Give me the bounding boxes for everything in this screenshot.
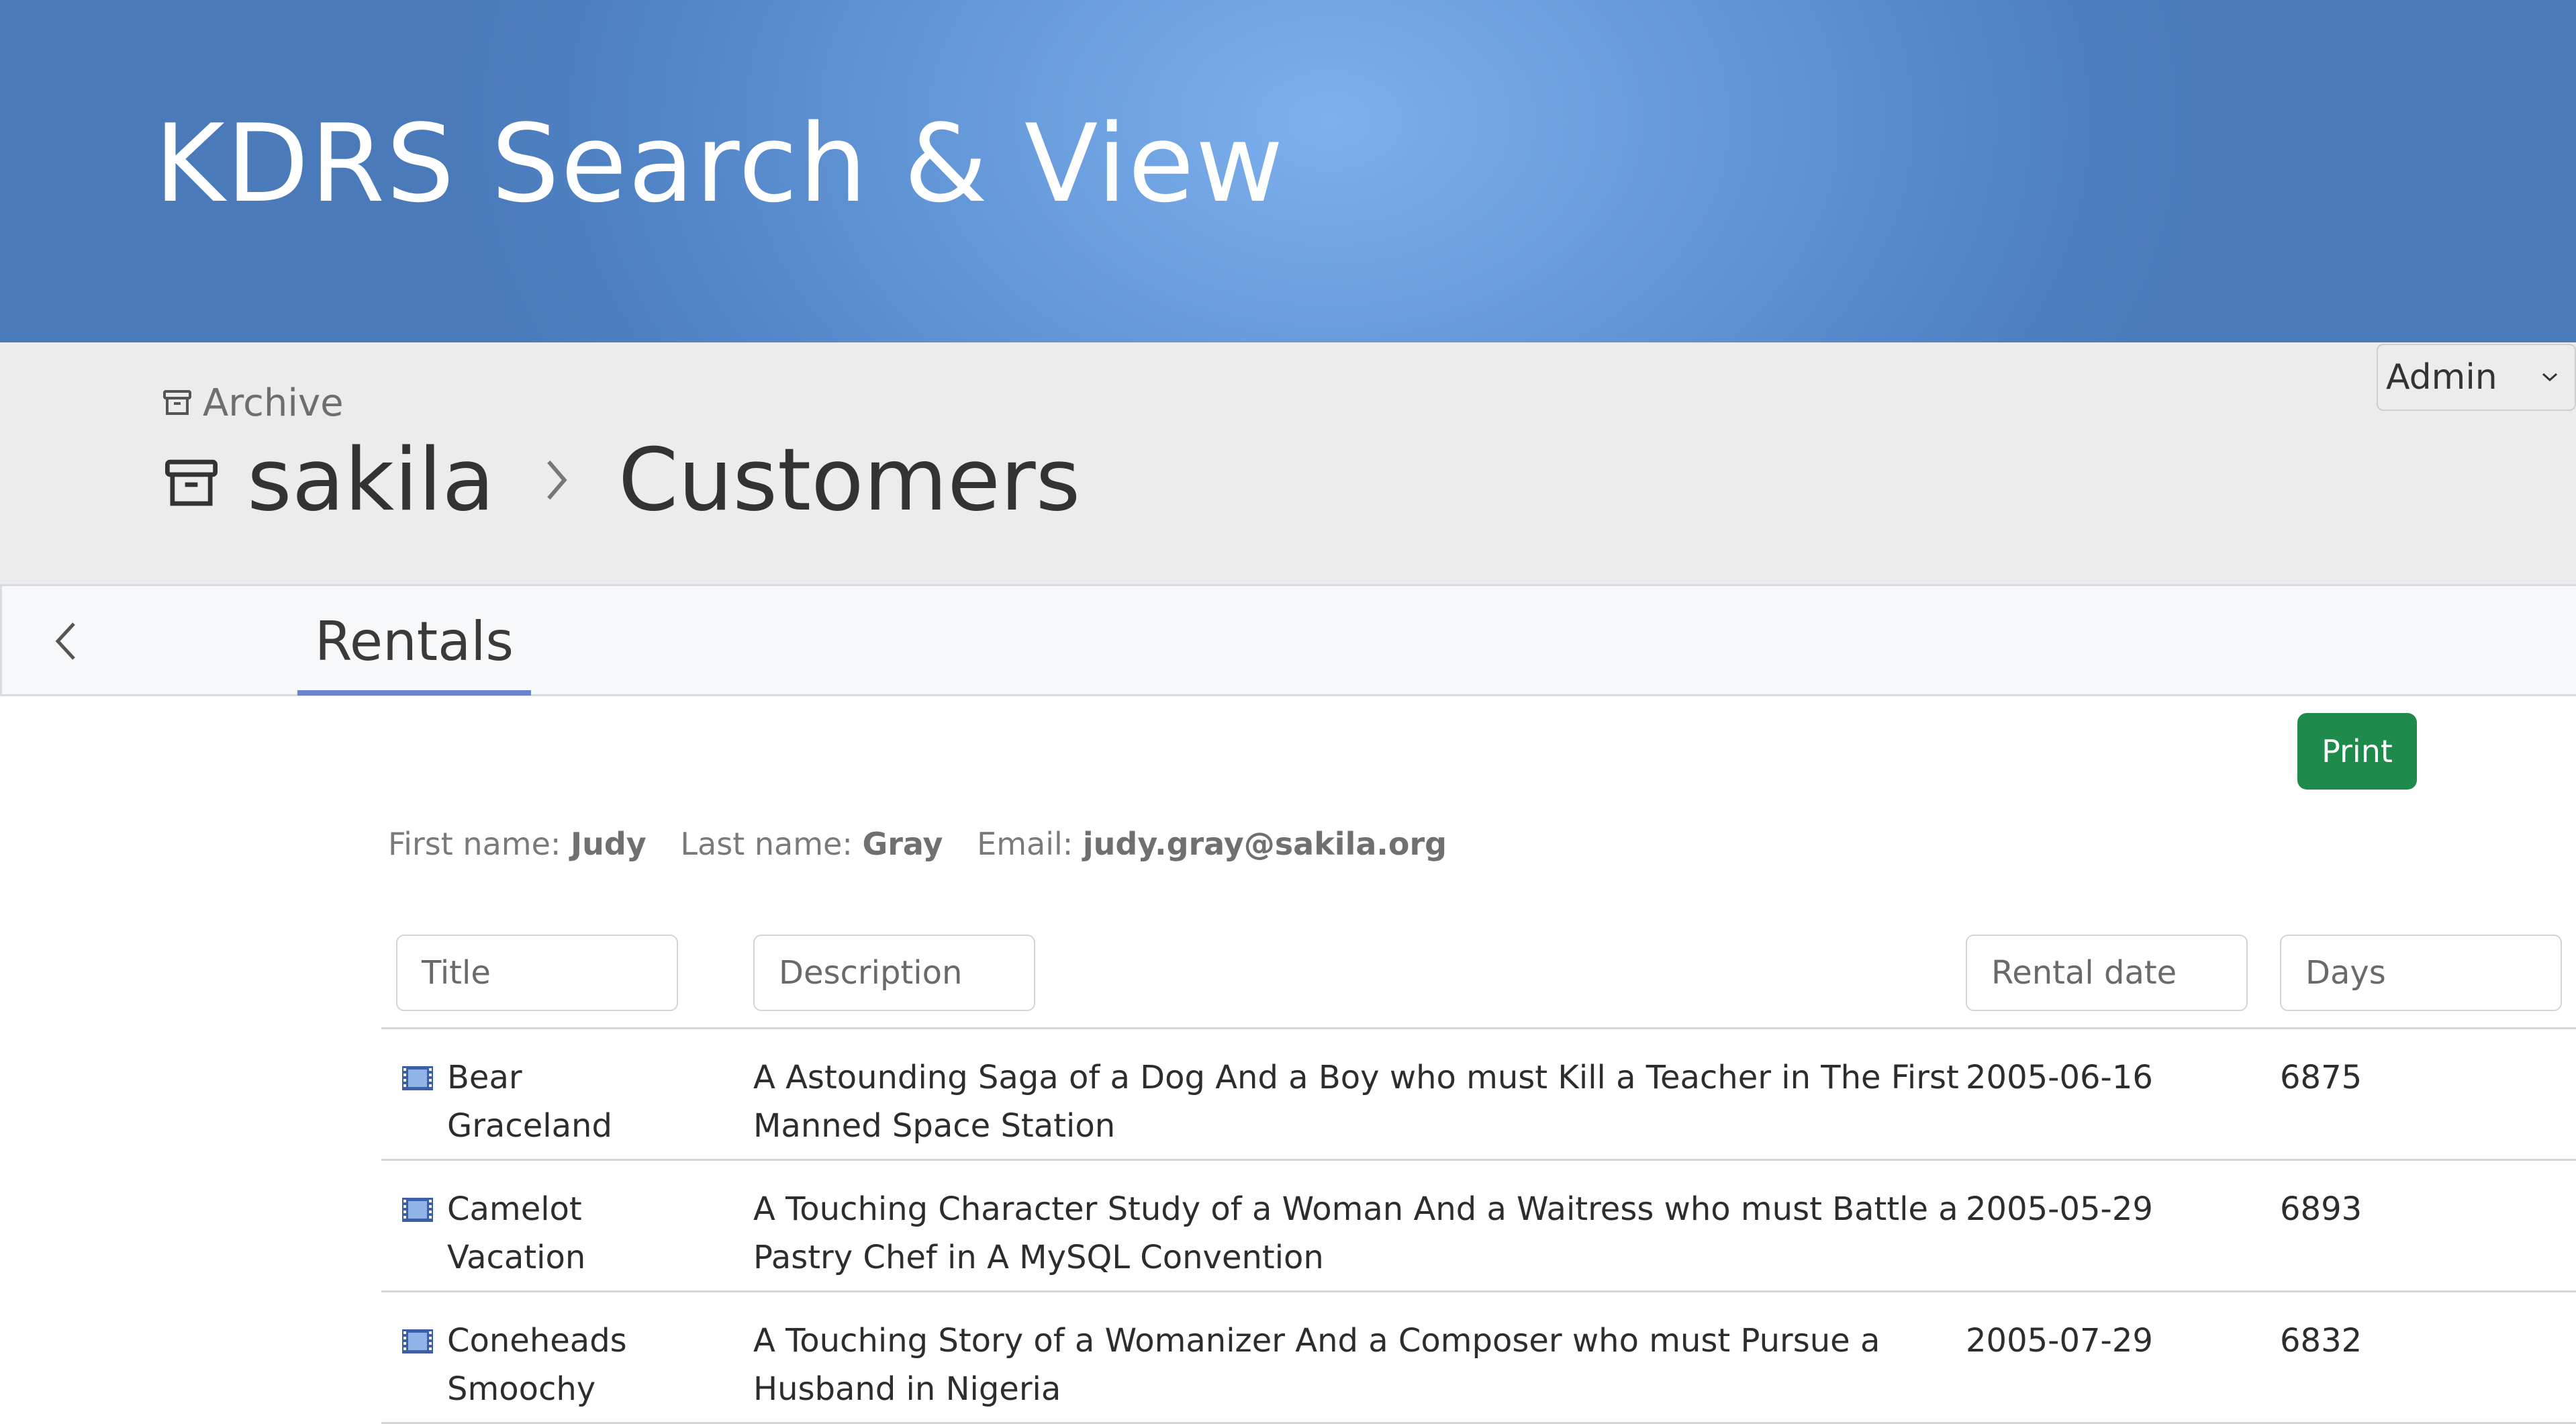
- table-row[interactable]: Coneheads Smoochy A Touching Story of a …: [381, 1292, 2576, 1424]
- title-text: Camelot Vacation: [447, 1190, 586, 1276]
- description-cell: A Astounding Saga of a Dog And a Boy who…: [753, 1059, 1959, 1145]
- breadcrumb-table[interactable]: Customers: [618, 430, 1080, 530]
- title-text: Bear Graceland: [447, 1059, 612, 1145]
- rental-date-cell: 2005-06-16: [1966, 1059, 2153, 1096]
- last-name-value: Gray: [862, 826, 943, 862]
- app-title: KDRS Search & View: [154, 101, 1285, 226]
- archive-label: Archive: [203, 381, 344, 425]
- breadcrumb-database[interactable]: sakila: [247, 430, 495, 530]
- tab-bar: Rentals: [0, 584, 2576, 696]
- first-name-value: Judy: [571, 826, 647, 862]
- description-cell: A Touching Story of a Womanizer And a Co…: [753, 1322, 1880, 1408]
- breadcrumb: sakila Customers: [161, 420, 1080, 540]
- title-cell[interactable]: Coneheads Smoochy: [401, 1317, 697, 1413]
- table-row[interactable]: Bear Graceland A Astounding Saga of a Do…: [381, 1029, 2576, 1161]
- archive-box-icon: [165, 459, 218, 506]
- chevron-down-icon: [2542, 373, 2558, 382]
- title-filter-input[interactable]: Title: [396, 935, 678, 1011]
- title-cell[interactable]: Bear Graceland: [401, 1053, 697, 1150]
- rental-date-cell: 2005-05-29: [1966, 1190, 2153, 1228]
- email-value: judy.gray@sakila.org: [1082, 826, 1447, 862]
- email-label: Email:: [977, 826, 1074, 862]
- film-icon: [402, 1066, 433, 1090]
- back-button[interactable]: [42, 614, 89, 668]
- days-cell: 6875: [2280, 1059, 2363, 1096]
- title-filter-placeholder: Title: [422, 954, 491, 992]
- chevron-right-icon: [543, 457, 570, 504]
- tab-rentals[interactable]: Rentals: [297, 586, 531, 696]
- description-filter-input[interactable]: Description: [753, 935, 1035, 1011]
- description-cell: A Touching Character Study of a Woman An…: [753, 1190, 1958, 1276]
- user-menu-selected: Admin: [2386, 357, 2497, 397]
- title-text: Coneheads Smoochy: [447, 1322, 627, 1408]
- archive-box-icon: [163, 390, 191, 415]
- days-cell: 6832: [2280, 1322, 2363, 1360]
- breadcrumb-area: Archive sakila Customers: [0, 342, 2576, 584]
- film-icon: [402, 1329, 433, 1354]
- first-name-label: First name:: [388, 826, 561, 862]
- days-cell: 6893: [2280, 1190, 2363, 1228]
- chevron-left-icon: [55, 622, 75, 660]
- table-row[interactable]: Camelot Vacation A Touching Character St…: [381, 1161, 2576, 1292]
- days-filter-placeholder: Days: [2305, 954, 2386, 992]
- title-cell[interactable]: Camelot Vacation: [401, 1185, 697, 1282]
- film-icon: [402, 1198, 433, 1222]
- active-tab-indicator: [297, 690, 531, 696]
- last-name-label: Last name:: [680, 826, 853, 862]
- customer-info: First name: Judy Last name: Gray Email: …: [388, 826, 1447, 862]
- tab-label: Rentals: [314, 610, 514, 673]
- header-banner: KDRS Search & View: [0, 0, 2576, 342]
- print-button[interactable]: Print: [2297, 713, 2417, 790]
- description-filter-placeholder: Description: [779, 954, 963, 992]
- rental-date-filter-input[interactable]: Rental date: [1966, 935, 2248, 1011]
- rental-date-cell: 2005-07-29: [1966, 1322, 2153, 1360]
- days-filter-input[interactable]: Days: [2280, 935, 2562, 1011]
- user-menu-select[interactable]: Admin: [2377, 344, 2576, 411]
- rental-date-filter-placeholder: Rental date: [1991, 954, 2177, 992]
